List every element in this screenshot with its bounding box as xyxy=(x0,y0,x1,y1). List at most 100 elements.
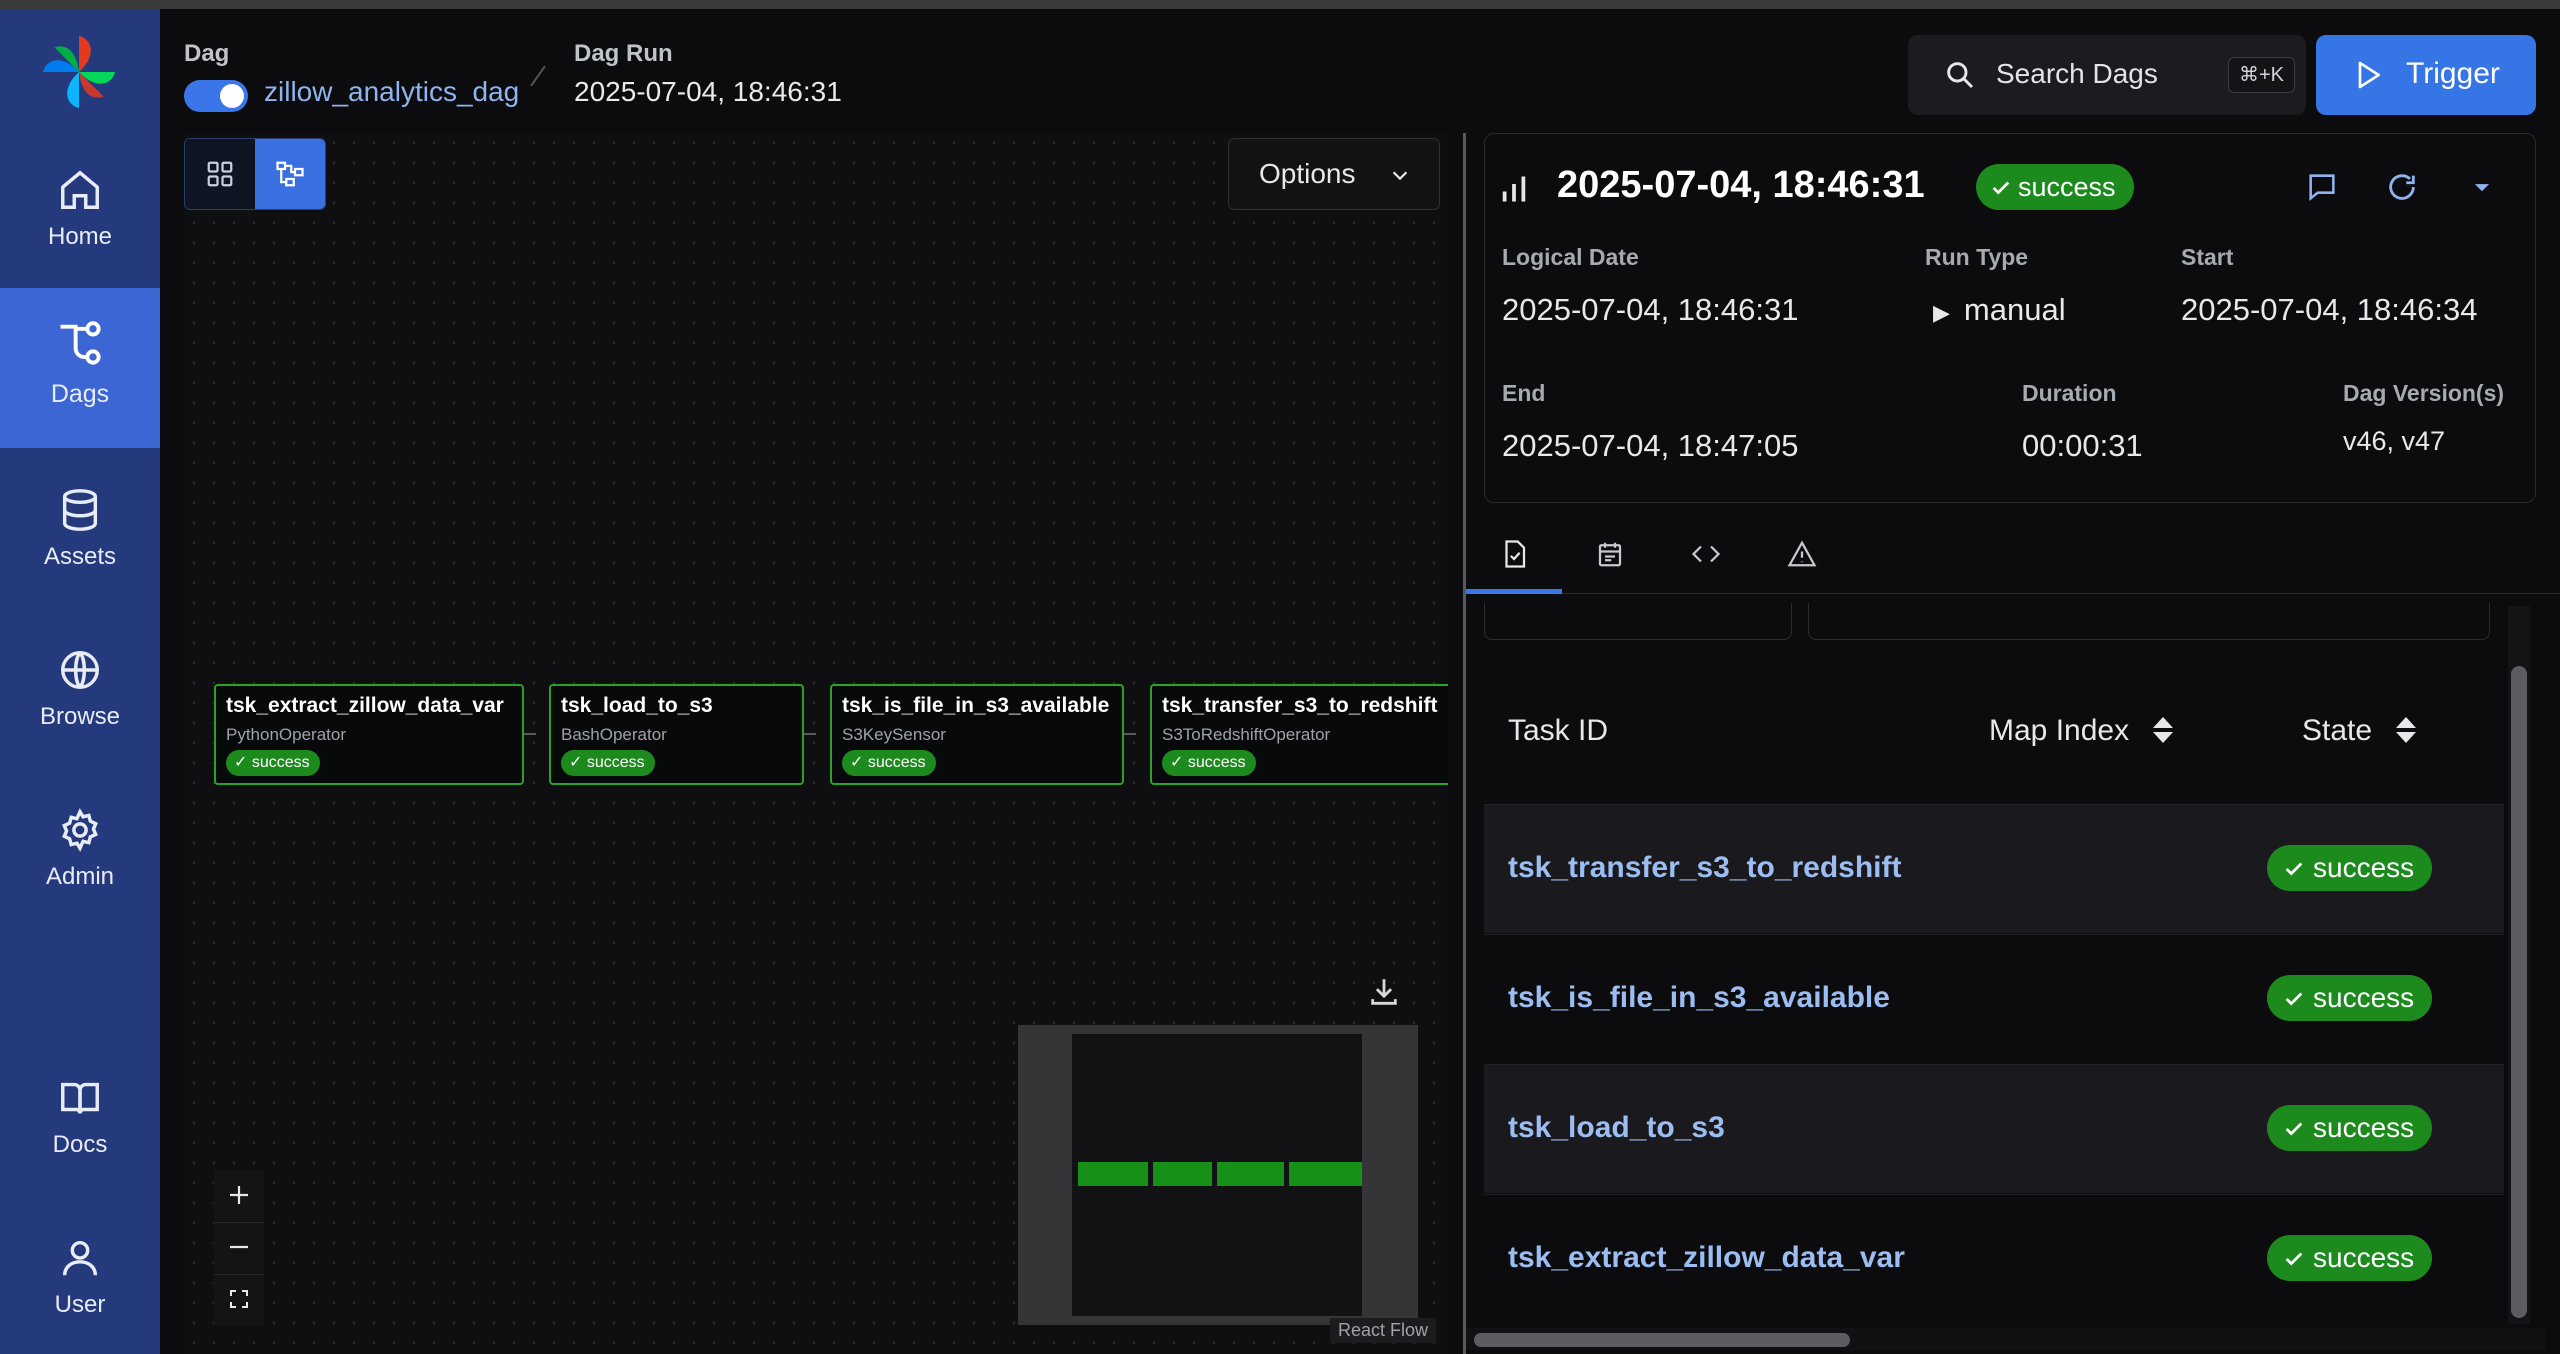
search-shortcut-badge: ⌘+K xyxy=(2228,57,2296,93)
tab-code[interactable] xyxy=(1658,518,1754,590)
table-row[interactable]: tsk_is_file_in_s3_available success xyxy=(1484,934,2504,1063)
node-operator: BashOperator xyxy=(561,725,667,744)
node-task-name: tsk_is_file_in_s3_available xyxy=(842,694,1110,717)
graph-icon xyxy=(276,161,304,187)
sidebar-item-assets[interactable]: Assets xyxy=(0,469,160,579)
table-row[interactable]: tsk_load_to_s3 success xyxy=(1484,1064,2504,1193)
dag-run-value: 2025-07-04, 18:46:31 xyxy=(574,76,842,107)
sidebar: Home Dags Assets Browse Admin Docs User xyxy=(0,9,160,1354)
node-status-badge: ✓ success xyxy=(226,750,320,776)
duration-label: Duration xyxy=(2022,380,2117,406)
sidebar-item-admin[interactable]: Admin xyxy=(0,789,160,899)
graph-node-tsk-transfer-s3-to-redshift[interactable]: tsk_transfer_s3_to_redshift S3ToRedshift… xyxy=(1150,684,1448,785)
minimap-node xyxy=(1217,1162,1284,1186)
view-mode-toggle xyxy=(184,138,326,210)
node-operator: S3ToRedshiftOperator xyxy=(1162,725,1331,744)
end-value: 2025-07-04, 18:47:05 xyxy=(1502,428,1799,463)
zoom-controls xyxy=(214,1170,264,1326)
graph-edge xyxy=(522,733,536,735)
zoom-in-button[interactable] xyxy=(214,1170,264,1223)
state-text: success xyxy=(2313,982,2415,1013)
sidebar-item-label: User xyxy=(54,1291,106,1318)
trigger-button[interactable]: Trigger xyxy=(2316,35,2536,115)
node-status-text: success xyxy=(867,754,926,771)
play-icon xyxy=(2358,61,2380,89)
window-top-strip xyxy=(0,0,2560,9)
column-header-task-id[interactable]: Task ID xyxy=(1508,714,1608,748)
calendar-icon xyxy=(1598,542,1622,567)
fit-view-button[interactable] xyxy=(214,1274,264,1326)
run-title: 2025-07-04, 18:46:31 xyxy=(1557,164,1925,206)
sidebar-item-browse[interactable]: Browse xyxy=(0,629,160,739)
minimap[interactable] xyxy=(1018,1025,1418,1325)
state-badge: success xyxy=(2267,1105,2433,1151)
graph-view-button[interactable] xyxy=(255,139,325,209)
run-type-value: ▶ manual xyxy=(1933,292,2066,328)
graph-edge xyxy=(802,733,816,735)
toggle-knob xyxy=(220,84,244,108)
table-row[interactable]: tsk_extract_zillow_data_var success xyxy=(1484,1194,2504,1323)
column-header-map-index[interactable]: Map Index xyxy=(1989,714,2175,748)
tab-events[interactable] xyxy=(1562,518,1658,590)
horizontal-scrollbar[interactable] xyxy=(1466,1328,2546,1350)
sidebar-item-docs[interactable]: Docs xyxy=(0,1057,160,1167)
run-details-card: 2025-07-04, 18:46:31 success Logical Dat… xyxy=(1484,133,2536,503)
vertical-scrollbar[interactable] xyxy=(2508,606,2530,1324)
node-status-text: success xyxy=(251,754,310,771)
panel-resize-handle[interactable] xyxy=(1463,133,1466,1354)
tab-warnings[interactable] xyxy=(1754,518,1850,590)
task-id-link[interactable]: tsk_transfer_s3_to_redshift xyxy=(1508,851,1902,885)
table-row[interactable]: tsk_transfer_s3_to_redshift success xyxy=(1484,804,2504,933)
react-flow-attribution[interactable]: React Flow xyxy=(1330,1318,1437,1343)
node-status-text: success xyxy=(1187,754,1246,771)
options-dropdown[interactable]: Options xyxy=(1228,138,1440,210)
note-icon[interactable] xyxy=(2305,170,2339,204)
airflow-logo[interactable] xyxy=(38,31,120,113)
sort-icon xyxy=(2153,717,2174,743)
dag-version-value: v46, v47 xyxy=(2343,426,2446,456)
scrollbar-thumb[interactable] xyxy=(2511,666,2527,1318)
tab-task-instances[interactable] xyxy=(1466,518,1562,594)
dag-enabled-toggle[interactable] xyxy=(184,80,248,112)
code-icon xyxy=(1691,545,1721,563)
node-task-name: tsk_extract_zillow_data_var xyxy=(226,694,504,717)
book-icon xyxy=(61,1082,99,1114)
zoom-out-button[interactable] xyxy=(214,1222,264,1275)
chevron-down-icon xyxy=(1392,171,1408,181)
sidebar-item-dags[interactable]: Dags xyxy=(0,288,160,448)
search-dags-button[interactable]: Search Dags ⌘+K xyxy=(1908,35,2306,115)
caret-down-icon[interactable] xyxy=(2465,170,2499,204)
logical-date-label: Logical Date xyxy=(1502,244,1639,270)
grid-view-button[interactable] xyxy=(185,139,255,209)
sidebar-item-home[interactable]: Home xyxy=(0,149,160,259)
graph-node-tsk-is-file-in-s3-available[interactable]: tsk_is_file_in_s3_available S3KeySensor … xyxy=(830,684,1124,785)
graph-view[interactable]: Options tsk_extract_zillow_data_var Pyth… xyxy=(184,133,1448,1354)
gear-icon xyxy=(62,808,98,852)
scrollbar-thumb[interactable] xyxy=(1474,1333,1850,1347)
dag-name-link[interactable]: zillow_analytics_dag xyxy=(264,76,519,108)
node-operator: PythonOperator xyxy=(226,725,347,744)
sidebar-item-user[interactable]: User xyxy=(0,1217,160,1327)
home-icon xyxy=(61,170,99,209)
user-icon xyxy=(62,1240,98,1276)
task-id-link[interactable]: tsk_load_to_s3 xyxy=(1508,1111,1725,1145)
refresh-icon[interactable] xyxy=(2385,170,2419,204)
node-task-name: tsk_transfer_s3_to_redshift xyxy=(1162,694,1438,717)
plus-icon xyxy=(230,1186,248,1204)
options-label: Options xyxy=(1259,158,1356,189)
search-icon xyxy=(1947,62,1974,89)
task-id-link[interactable]: tsk_extract_zillow_data_var xyxy=(1508,1241,1905,1275)
sidebar-item-label: Admin xyxy=(45,863,115,890)
task-instances-icon xyxy=(1505,540,1526,568)
warning-icon xyxy=(1787,540,1817,567)
task-id-link[interactable]: tsk_is_file_in_s3_available xyxy=(1508,981,1890,1015)
filter-control[interactable] xyxy=(1484,603,1792,640)
download-icon[interactable] xyxy=(1367,975,1401,1009)
check-icon xyxy=(2285,1252,2303,1266)
graph-node-tsk-load-to-s3[interactable]: tsk_load_to_s3 BashOperator ✓ success xyxy=(549,684,804,785)
column-header-state[interactable]: State xyxy=(2302,714,2418,748)
graph-node-tsk-extract-zillow-data-var[interactable]: tsk_extract_zillow_data_var PythonOperat… xyxy=(214,684,524,785)
play-small-icon: ▶ xyxy=(1933,300,1950,325)
filter-control[interactable] xyxy=(1808,603,2490,640)
minimap-node xyxy=(1153,1162,1212,1186)
